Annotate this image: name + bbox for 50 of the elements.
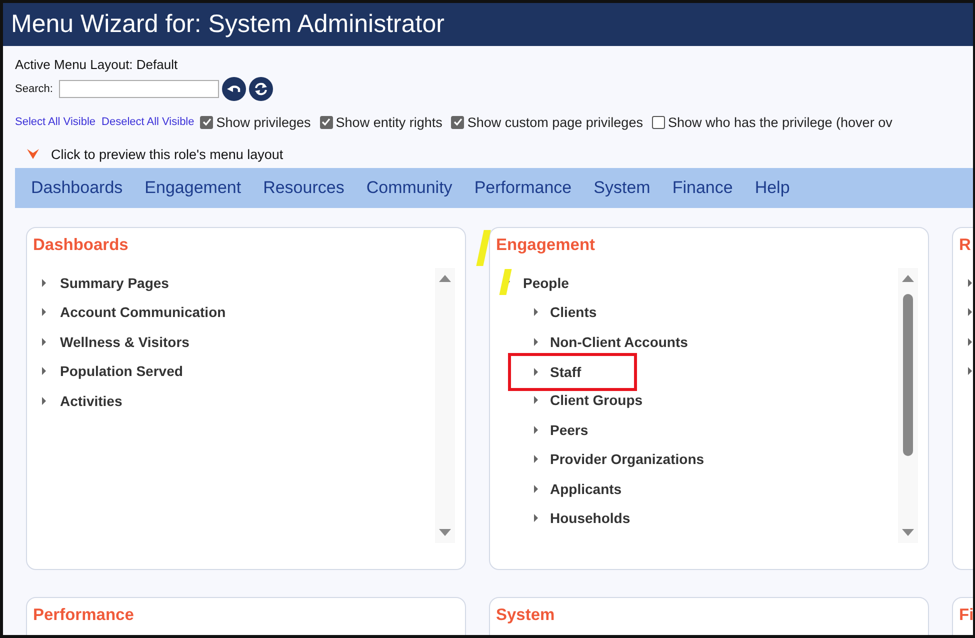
- tree-item[interactable]: Clients: [496, 298, 898, 327]
- menu-item[interactable]: Community: [366, 178, 452, 198]
- tree-item[interactable]: Client Groups: [496, 386, 898, 415]
- refresh-button[interactable]: [248, 77, 273, 101]
- menu-item[interactable]: System: [594, 178, 650, 198]
- search-field[interactable]: [58, 80, 219, 98]
- scroll-up-icon: [439, 274, 451, 282]
- refresh-icon: [252, 81, 269, 97]
- tree-item[interactable]: Non-Client Accounts: [496, 327, 898, 356]
- panel-title: System: [496, 606, 555, 624]
- tree-item[interactable]: Population Served: [33, 356, 435, 386]
- window-title: Menu Wizard for: System Administrator: [11, 10, 444, 39]
- scroll-down-icon: [902, 529, 914, 537]
- menu-item[interactable]: Performance: [474, 178, 572, 198]
- menu-item[interactable]: Help: [754, 178, 790, 198]
- search-label: Search:: [15, 83, 53, 95]
- highlighted-tree-item[interactable]: Staff: [511, 356, 634, 388]
- panel-title: Dashboards: [33, 236, 128, 254]
- select-link[interactable]: Select All Visible: [15, 116, 96, 128]
- menu-item[interactable]: Finance: [672, 178, 733, 198]
- check-icon: [452, 117, 463, 127]
- scrollbar-thumb[interactable]: [903, 294, 913, 456]
- option-checkbox[interactable]: Show who has the privilege (hover ov: [652, 114, 892, 130]
- panel-title: Performance: [33, 606, 134, 624]
- tree-item[interactable]: People: [496, 268, 898, 298]
- tree-item[interactable]: Summary Pages: [33, 268, 435, 298]
- select-link[interactable]: Deselect All Visible: [102, 116, 194, 128]
- menu-item[interactable]: Engagement: [144, 178, 242, 198]
- menu-item[interactable]: Dashboards: [31, 178, 123, 198]
- preview-toggle[interactable]: Click to preview this role's menu layout: [15, 145, 973, 163]
- tree-item[interactable]: Peers: [496, 415, 898, 444]
- option-checkbox[interactable]: Show custom page privileges: [451, 114, 643, 130]
- tree-item[interactable]: Account Communication: [33, 298, 435, 327]
- layout-label: Active Menu Layout: Default: [15, 57, 179, 72]
- option-checkbox[interactable]: Show entity rights: [320, 114, 442, 130]
- tree-item[interactable]: Activities: [33, 386, 435, 416]
- scroll-down-icon: [439, 529, 451, 537]
- tree-item[interactable]: Applicants: [496, 474, 898, 504]
- panel-title: R: [959, 236, 971, 254]
- panel-title: Fi: [959, 606, 973, 624]
- panel-title: Engagement: [496, 236, 596, 254]
- tree-item[interactable]: Households: [496, 504, 898, 533]
- scroll-up-icon: [902, 274, 914, 282]
- tree-item[interactable]: Wellness & Visitors: [33, 327, 435, 356]
- undo-button[interactable]: [222, 77, 246, 101]
- option-checkbox[interactable]: Show privileges: [200, 114, 311, 130]
- check-icon: [202, 117, 212, 127]
- tree-item[interactable]: Provider Organizations: [496, 444, 898, 474]
- menu-item[interactable]: Resources: [263, 178, 344, 198]
- check-icon: [321, 117, 332, 127]
